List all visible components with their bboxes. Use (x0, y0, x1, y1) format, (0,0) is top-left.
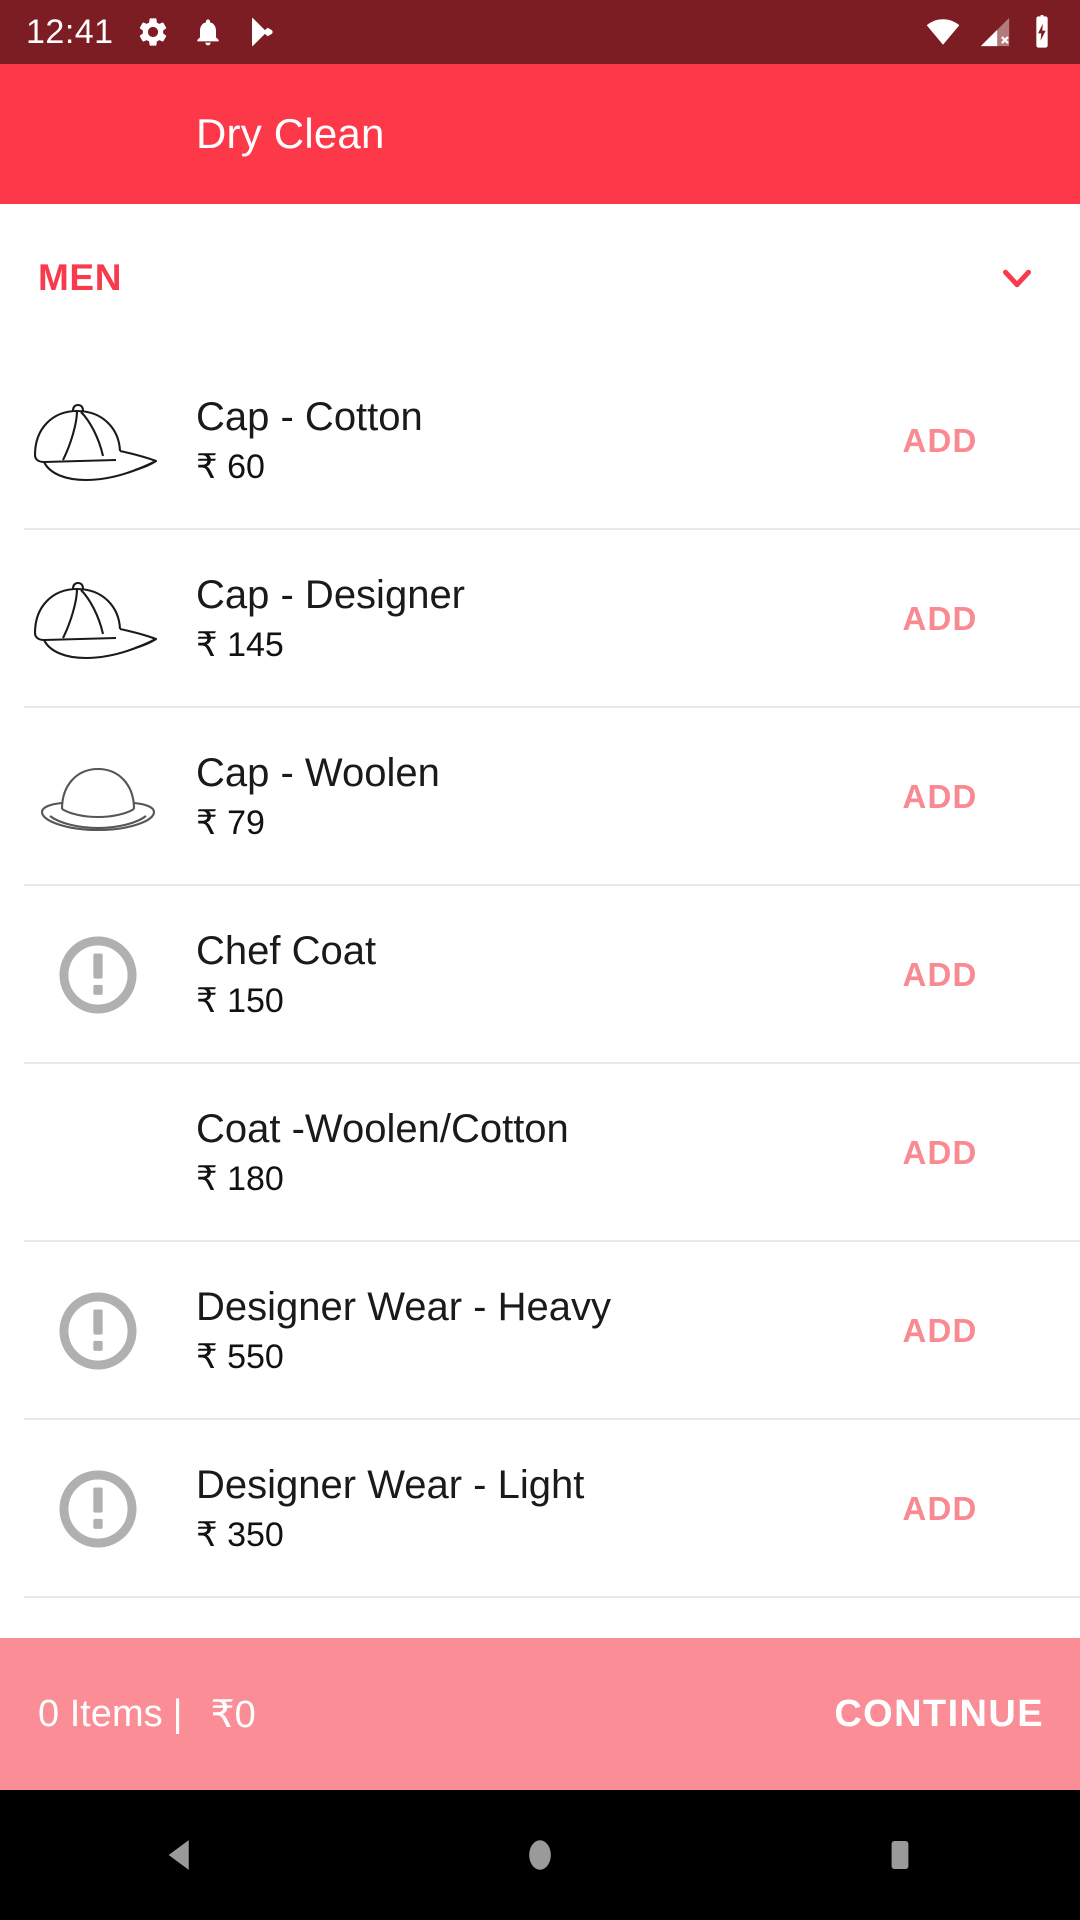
status-bar-left: 12:41 (26, 15, 278, 49)
status-bar: 12:41 (0, 0, 1080, 64)
image-error-icon (0, 886, 196, 1064)
baseball-cap-icon (0, 352, 196, 530)
product-price: ₹ 145 (196, 626, 284, 665)
bowler-hat-icon (0, 708, 196, 886)
table-row[interactable]: Designer Wear - Light ₹ 350 ADD (0, 1420, 1080, 1598)
image-error-icon (0, 1242, 196, 1420)
back-button[interactable] (120, 1790, 240, 1920)
app-bar: Dry Clean (0, 64, 1080, 204)
play-store-icon (246, 16, 278, 48)
cart-bar[interactable]: 0 Items | ₹0 CONTINUE (0, 1638, 1080, 1790)
product-details: Designer Wear - Light ₹ 350 (196, 1464, 850, 1554)
add-button[interactable]: ADD (850, 778, 1040, 816)
table-row[interactable]: Coat -Woolen/Cotton ₹ 180 ADD (0, 1064, 1080, 1242)
product-details: Cap - Cotton ₹ 60 (196, 396, 850, 486)
cart-summary: 0 Items | ₹0 (38, 1692, 256, 1737)
baseball-cap-icon (0, 530, 196, 708)
product-name: Designer Wear - Heavy (196, 1285, 611, 1330)
product-price: ₹ 60 (196, 448, 265, 487)
add-button[interactable]: ADD (850, 422, 1040, 460)
product-name: Coat -Woolen/Cotton (196, 1107, 569, 1152)
table-row[interactable]: Designer Wear - Heavy ₹ 550 ADD (0, 1242, 1080, 1420)
product-details: Cap - Woolen ₹ 79 (196, 752, 850, 842)
table-row[interactable]: Cap - Woolen ₹ 79 ADD (0, 708, 1080, 886)
wifi-icon (926, 15, 960, 49)
product-details: Designer Wear - Heavy ₹ 550 (196, 1286, 850, 1376)
product-name: Cap - Woolen (196, 751, 440, 796)
product-price: ₹ 350 (196, 1516, 284, 1555)
image-error-icon (0, 1420, 196, 1598)
product-details: Chef Coat ₹ 150 (196, 930, 850, 1020)
recents-button[interactable] (840, 1790, 960, 1920)
product-price: ₹ 150 (196, 982, 284, 1021)
product-list[interactable]: Cap - Cotton ₹ 60 ADD Cap - Designer ₹ 1… (0, 352, 1080, 1652)
battery-charging-icon (1030, 15, 1054, 49)
product-name: Cap - Cotton (196, 395, 423, 440)
chevron-down-icon[interactable] (994, 255, 1040, 301)
product-price: ₹ 180 (196, 1160, 284, 1199)
table-row[interactable]: Cap - Designer ₹ 145 ADD (0, 530, 1080, 708)
product-name: Chef Coat (196, 929, 377, 974)
add-button[interactable]: ADD (850, 956, 1040, 994)
app-screen: 12:41 Dry Clean MEN Cap - Cotton ₹ 60 AD… (0, 0, 1080, 1920)
product-name: Cap - Designer (196, 573, 466, 618)
add-button[interactable]: ADD (850, 600, 1040, 638)
status-bar-clock: 12:41 (26, 13, 114, 51)
status-bar-right (926, 15, 1054, 49)
product-details: Coat -Woolen/Cotton ₹ 180 (196, 1108, 850, 1198)
product-price: ₹ 550 (196, 1338, 284, 1377)
cart-item-count: 0 Items (38, 1692, 163, 1735)
table-row[interactable]: Chef Coat ₹ 150 ADD (0, 886, 1080, 1064)
home-button[interactable] (480, 1790, 600, 1920)
cart-separator: | (172, 1692, 183, 1735)
category-label: MEN (38, 257, 123, 298)
category-header-men[interactable]: MEN (0, 204, 1080, 352)
android-nav-bar (0, 1790, 1080, 1920)
continue-button[interactable]: CONTINUE (834, 1693, 1044, 1736)
product-price: ₹ 79 (196, 804, 265, 843)
product-details: Cap - Designer ₹ 145 (196, 574, 850, 664)
bell-icon (192, 16, 224, 48)
product-name: Designer Wear - Light (196, 1463, 585, 1508)
page-title: Dry Clean (196, 110, 385, 157)
add-button[interactable]: ADD (850, 1490, 1040, 1528)
no-image-placeholder (0, 1064, 196, 1242)
table-row[interactable]: Cap - Cotton ₹ 60 ADD (0, 352, 1080, 530)
cart-total: ₹0 (210, 1693, 256, 1736)
add-button[interactable]: ADD (850, 1134, 1040, 1172)
add-button[interactable]: ADD (850, 1312, 1040, 1350)
cellular-no-sim-icon (978, 15, 1012, 49)
gear-icon (136, 15, 170, 49)
